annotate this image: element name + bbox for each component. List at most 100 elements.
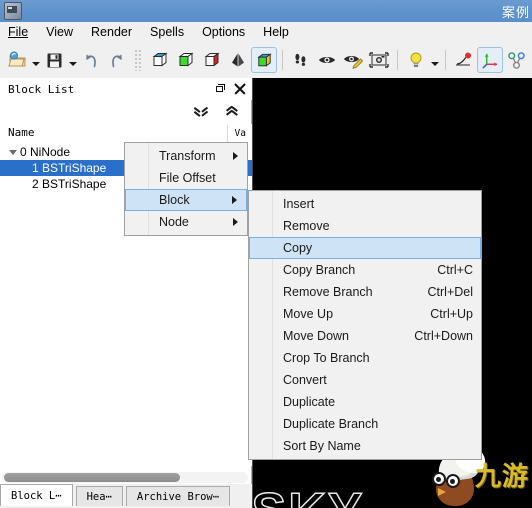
tree-item-label: 0 NiNode (20, 145, 71, 159)
tab-header[interactable]: Hea⋯ (75, 486, 123, 506)
node-graph-icon (507, 51, 525, 69)
submenu-arrow-icon (233, 152, 238, 160)
toolbar-separator (445, 50, 446, 70)
save-file-button[interactable] (41, 47, 67, 73)
lightbulb-icon (410, 52, 422, 67)
menu-item-label: Crop To Branch (283, 351, 370, 365)
black-flag-icon (232, 53, 244, 67)
redo-button[interactable] (104, 47, 130, 73)
float-icon[interactable] (214, 83, 226, 95)
chevron-down-icon (68, 62, 77, 66)
eye-icon (319, 57, 335, 63)
double-chevron-down-icon[interactable] (194, 106, 207, 119)
view-shaded-button[interactable] (251, 47, 277, 73)
tree-item-label: 1 BSTriShape (32, 161, 107, 175)
scrollbar-thumb[interactable] (4, 473, 180, 482)
menu-help[interactable]: Help (254, 23, 298, 42)
block-list-dock: Block List Name Va 0 NiNode 1 BSTriShape (0, 78, 363, 508)
menu-item-transform[interactable]: Transform (125, 145, 247, 167)
menu-view[interactable]: View (37, 23, 82, 42)
lighting-dropdown[interactable] (429, 47, 440, 73)
close-icon[interactable] (234, 83, 246, 95)
screenshot-button[interactable] (366, 47, 392, 73)
blue-cube-icon (152, 52, 168, 67)
view-solid-button[interactable] (173, 47, 199, 73)
view-texture-button[interactable] (199, 47, 225, 73)
menu-item-remove-branch[interactable]: Remove Branch Ctrl+Del (249, 281, 481, 303)
tree-item-label: 2 BSTriShape (32, 177, 107, 191)
horizontal-scrollbar[interactable] (2, 472, 248, 483)
tree-expander-icon[interactable] (6, 144, 20, 160)
chevron-down-icon (31, 62, 40, 66)
undo-arrow-icon (86, 54, 96, 68)
color-cube-icon (256, 52, 272, 67)
walk-mode-button[interactable] (288, 47, 314, 73)
save-file-dropdown[interactable] (67, 47, 78, 73)
menu-item-label: Remove (283, 219, 330, 233)
open-file-dropdown[interactable] (30, 47, 41, 73)
camera-icon (369, 52, 389, 68)
toolbar-separator (282, 50, 283, 70)
menu-file-label: File (8, 24, 29, 39)
open-file-button[interactable] (4, 47, 30, 73)
menu-item-shortcut: Ctrl+Del (427, 285, 474, 299)
menu-item-label: Move Down (283, 329, 349, 343)
menu-item-sort-by-name[interactable]: Sort By Name (249, 435, 481, 457)
menu-item-move-down[interactable]: Move Down Ctrl+Down (249, 325, 481, 347)
menu-item-block[interactable]: Block (125, 189, 247, 211)
menu-item-label: Insert (283, 197, 315, 211)
menu-item-label: Transform (159, 149, 216, 163)
show-hidden-button[interactable] (314, 47, 340, 73)
menu-item-remove[interactable]: Remove (249, 215, 481, 237)
show-axes-button[interactable] (477, 47, 503, 73)
lighting-button[interactable] (403, 47, 429, 73)
block-submenu: Insert Remove Copy Copy Branch Ctrl+C Re… (248, 190, 482, 460)
column-header-value[interactable]: Va (235, 128, 246, 139)
submenu-arrow-icon (233, 218, 238, 226)
show-nodes-button[interactable] (503, 47, 529, 73)
curve-marker-icon (456, 52, 471, 66)
menu-item-insert[interactable]: Insert (249, 193, 481, 215)
dock-title: Block List (8, 82, 75, 96)
toolbar-separator (397, 50, 398, 70)
floppy-save-icon (47, 53, 61, 67)
menu-item-label: Copy (283, 241, 313, 255)
menu-item-label: Duplicate (283, 395, 336, 409)
view-wireframe-button[interactable] (147, 47, 173, 73)
menu-bar: File View Render Spells Options Help (0, 22, 532, 43)
main-toolbar (0, 42, 532, 79)
undo-button[interactable] (78, 47, 104, 73)
menu-item-crop-to-branch[interactable]: Crop To Branch (249, 347, 481, 369)
menu-spells-label: Spells (150, 24, 185, 39)
menu-item-move-up[interactable]: Move Up Ctrl+Up (249, 303, 481, 325)
toolbar-drag-handle[interactable] (134, 49, 143, 71)
red-cube-icon (204, 52, 220, 67)
tab-archive-browser[interactable]: Archive Brow⋯ (125, 486, 231, 506)
menu-item-duplicate-branch[interactable]: Duplicate Branch (249, 413, 481, 435)
menu-item-file-offset[interactable]: File Offset (125, 167, 247, 189)
menu-item-label: Node (159, 215, 189, 229)
menu-item-convert[interactable]: Convert (249, 369, 481, 391)
menu-item-label: File Offset (159, 171, 216, 185)
animation-button[interactable] (451, 47, 477, 73)
menu-item-shortcut: Ctrl+Up (430, 307, 473, 321)
menu-item-duplicate[interactable]: Duplicate (249, 391, 481, 413)
menu-item-node[interactable]: Node (125, 211, 247, 233)
column-header-name[interactable]: Name (8, 126, 35, 139)
eye-pencil-icon (344, 56, 363, 69)
menu-options[interactable]: Options (193, 23, 254, 42)
view-flip-button[interactable] (225, 47, 251, 73)
window-title: 案例 (501, 5, 530, 21)
edit-visibility-button[interactable] (340, 47, 366, 73)
menu-item-copy[interactable]: Copy (249, 237, 481, 259)
tab-block-list[interactable]: Block L⋯ (0, 484, 73, 506)
menu-options-label: Options (202, 24, 246, 39)
green-cube-icon (178, 52, 194, 67)
menu-file[interactable]: File (0, 23, 37, 42)
menu-render[interactable]: Render (82, 23, 141, 42)
redo-arrow-icon (112, 54, 122, 68)
double-chevron-up-icon[interactable] (225, 106, 238, 119)
menu-item-copy-branch[interactable]: Copy Branch Ctrl+C (249, 259, 481, 281)
menu-spells[interactable]: Spells (141, 23, 193, 42)
menu-item-label: Block (159, 193, 190, 207)
